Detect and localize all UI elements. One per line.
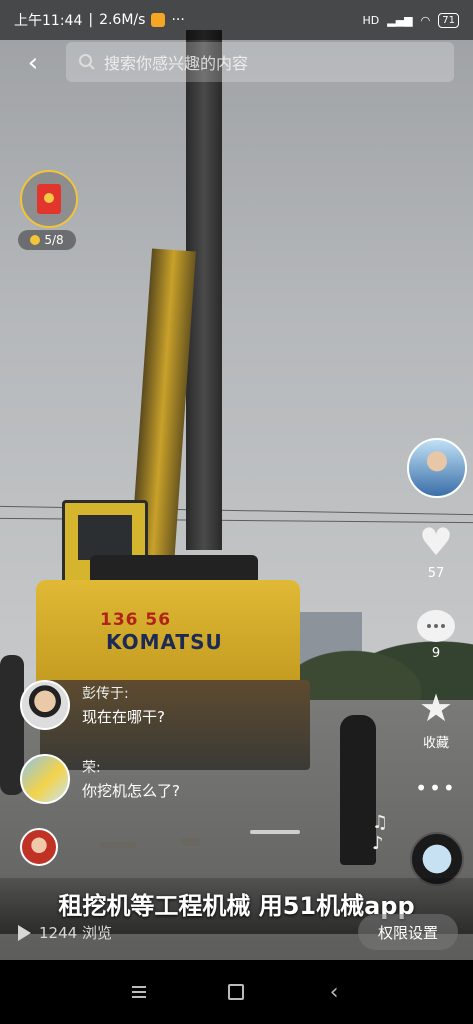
like-button[interactable]: ♥ 57 <box>410 522 462 581</box>
road-marking <box>250 830 300 834</box>
my-avatar[interactable] <box>20 828 58 866</box>
commenter-name: 荣: <box>82 760 101 776</box>
comment-count: 9 <box>431 646 441 661</box>
comment-icon <box>417 610 455 642</box>
debris <box>182 838 200 846</box>
star-icon: ★ <box>418 686 454 730</box>
commenter-name: 彭传于: <box>82 686 129 702</box>
battery-icon: 71 <box>438 12 459 28</box>
top-bar: ‹ 搜索你感兴趣的内容 <box>0 40 473 86</box>
notification-icon <box>151 13 166 27</box>
author-avatar[interactable] <box>407 438 467 498</box>
view-count: 1244 浏览 <box>18 922 112 943</box>
commenter-avatar <box>20 680 70 730</box>
status-bar: 上午11:44 | 2.6M/s ··· HD ▂▄▆ ◠ 71 <box>0 0 473 40</box>
clock: 上午11:44 <box>14 13 83 29</box>
play-icon <box>18 924 31 941</box>
view-count-text: 1244 浏览 <box>39 924 112 942</box>
back-icon[interactable]: ‹ <box>18 48 48 78</box>
home-icon[interactable] <box>221 977 251 1007</box>
comment-text: 现在在哪干? <box>82 708 165 726</box>
comment-button[interactable]: 9 <box>410 610 462 661</box>
task-progress-text: 5/8 <box>44 233 64 247</box>
excavator-number: 136 56 <box>100 610 172 630</box>
video-frame[interactable]: 136 56 KOMATSU <box>0 0 473 1024</box>
more-button[interactable]: ••• <box>410 776 462 800</box>
task-progress: 5/8 <box>18 230 76 250</box>
search-placeholder: 搜索你感兴趣的内容 <box>104 54 249 73</box>
nav-back-icon[interactable]: ‹ <box>319 977 349 1007</box>
more-notifications: ··· <box>171 12 185 28</box>
coin-icon <box>30 235 41 245</box>
search-icon <box>79 54 95 70</box>
wifi-icon: ◠ <box>420 13 431 27</box>
hd-indicator: HD <box>362 13 380 27</box>
red-packet-icon <box>37 184 61 214</box>
music-note-icon: ♫ ♪ <box>372 812 389 854</box>
comment-item[interactable]: 荣: 你挖机怎么了? <box>20 754 180 804</box>
debris <box>100 842 136 848</box>
network-speed: 2.6M/s <box>99 12 146 28</box>
system-nav-bar: ‹ <box>0 960 473 1024</box>
worker <box>340 715 376 865</box>
red-packet-task-button[interactable] <box>20 170 78 228</box>
menu-icon[interactable] <box>124 977 154 1007</box>
comment-item[interactable]: 彭传于: 现在在哪干? <box>20 680 165 730</box>
excavator-brand: KOMATSU <box>106 630 223 654</box>
commenter-avatar <box>20 754 70 804</box>
like-count: 57 <box>427 566 445 581</box>
signal-icon: ▂▄▆ <box>387 13 413 27</box>
permission-settings-button[interactable]: 权限设置 <box>358 914 458 950</box>
cab-window <box>78 515 132 560</box>
comment-text: 你挖机怎么了? <box>82 782 180 800</box>
heart-icon: ♥ <box>418 520 454 564</box>
more-icon: ••• <box>415 776 457 800</box>
favorite-label: 收藏 <box>422 736 449 751</box>
favorite-button[interactable]: ★ 收藏 <box>410 688 462 751</box>
search-input[interactable]: 搜索你感兴趣的内容 <box>66 42 454 82</box>
